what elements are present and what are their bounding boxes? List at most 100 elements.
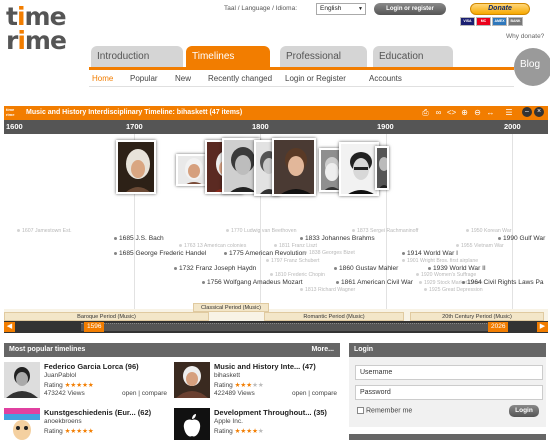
remember-me-checkbox[interactable]: Remember me — [357, 407, 412, 414]
timeline-scrollbar[interactable]: ◀ 1596 2026 ▶ — [4, 321, 548, 333]
apple-thumbnail[interactable] — [174, 408, 210, 440]
timeline-event[interactable]: 1811 Franz Liszt — [274, 243, 317, 249]
bach-thumbnail[interactable] — [174, 362, 210, 398]
timeline-scale: 1600 1700 1800 1900 2000 — [4, 120, 548, 134]
timeline-event[interactable]: 1732 Franz Joseph Haydn — [174, 265, 256, 272]
popular-item-title[interactable]: Federico Garcia Lorca (96) — [44, 362, 139, 371]
tab-timelines[interactable]: Timelines — [186, 46, 270, 67]
star-rating-icon: ★★★★★ — [234, 428, 264, 435]
blog-button[interactable]: Blog — [514, 48, 550, 86]
timeline-event[interactable]: 1861 American Civil War — [336, 279, 413, 286]
timeline-event[interactable]: 1990 Gulf War — [498, 235, 545, 242]
subnav-login-register[interactable]: Login or Register — [285, 74, 346, 83]
minus-icon[interactable]: – — [522, 107, 532, 117]
handel-portrait[interactable] — [116, 140, 156, 194]
amex-card-icon: AMEX — [492, 17, 507, 26]
timeline-event[interactable]: 1756 Wolfgang Amadeus Mozart — [202, 279, 303, 286]
timeline-event[interactable]: 1901 Wright Bros. first airplane — [402, 258, 478, 264]
popular-item[interactable]: Music and History Inte... (47) bihaskett… — [174, 362, 339, 414]
period-20th-century[interactable]: 20th Century Period (Music) — [410, 312, 544, 321]
popular-item-title[interactable]: Kunstgeschiedenis (Eur... (62) — [44, 408, 151, 417]
more-link[interactable]: More... — [311, 343, 334, 357]
lorca-thumbnail[interactable] — [4, 362, 40, 398]
star-rating-icon: ★★★★★ — [64, 428, 94, 435]
subnav-home[interactable]: Home — [92, 74, 113, 83]
list-icon[interactable]: ☰ — [498, 107, 520, 118]
timeline-event[interactable]: 1939 World War II — [428, 265, 486, 272]
star-rating-icon: ★★★★★ — [64, 382, 94, 389]
timeline-event[interactable]: 1925 Great Depression — [424, 287, 483, 293]
username-field[interactable]: Username — [355, 365, 543, 380]
password-field[interactable]: Password — [355, 385, 543, 400]
code-icon[interactable]: <> — [446, 107, 457, 118]
popular-item-user[interactable]: anoekbroens — [44, 418, 82, 425]
timeline-event[interactable]: 1860 Gustav Mahler — [334, 265, 398, 272]
mahler-portrait[interactable] — [339, 142, 379, 196]
donate-button[interactable]: Donate — [470, 3, 530, 15]
timeline-event[interactable]: 1838 Georges Bizet — [304, 250, 355, 256]
timeline-event[interactable]: 1920 Women's Suffrage — [416, 272, 476, 278]
timeline-event[interactable]: 1873 Sergei Rachmaninoff — [352, 228, 418, 234]
subnav-recently-changed[interactable]: Recently changed — [208, 74, 272, 83]
subnav-accounts[interactable]: Accounts — [369, 74, 402, 83]
brahms-portrait[interactable] — [319, 148, 341, 192]
popular-item-views: 473242 Views — [44, 390, 85, 397]
tab-education[interactable]: Education — [373, 46, 453, 67]
link-icon[interactable]: ∞ — [433, 107, 444, 118]
login-button[interactable]: Login — [509, 405, 539, 417]
close-icon[interactable]: × — [534, 107, 544, 117]
popular-item-user[interactable]: bihaskett — [214, 372, 240, 379]
timeline-event[interactable]: 1813 Richard Wagner — [300, 287, 355, 293]
chevron-down-icon: ▼ — [358, 6, 363, 12]
zoom-out-icon[interactable]: ⊖ — [472, 107, 483, 118]
period-romantic[interactable]: Romantic Period (Music) — [264, 312, 404, 321]
subnav-new[interactable]: New — [175, 74, 191, 83]
chopin-portrait[interactable] — [272, 138, 316, 196]
open-compare-links[interactable]: open | compare — [122, 390, 167, 397]
popular-item-rating: Rating ★★★★★ — [214, 382, 264, 389]
login-register-button[interactable]: Login or register — [374, 3, 446, 15]
timeline-event[interactable]: 1914 World War I — [402, 250, 458, 257]
timeline-event[interactable]: 1810 Frederic Chopin — [270, 272, 325, 278]
timeline-event[interactable]: 1797 Franz Schubert — [266, 258, 319, 264]
why-donate-link[interactable]: Why donate? — [506, 33, 544, 40]
open-compare-links[interactable]: open | compare — [292, 390, 337, 397]
popular-item-user[interactable]: JuanPablol — [44, 372, 76, 379]
tab-introduction[interactable]: Introduction — [91, 46, 183, 67]
kunst-thumbnail[interactable] — [4, 408, 40, 440]
zoom-in-icon[interactable]: ⊕ — [459, 107, 470, 118]
popular-item-title[interactable]: Music and History Inte... (47) — [214, 362, 316, 371]
timeline-event[interactable]: 1607 Jamestown Est. — [17, 228, 72, 234]
fit-icon[interactable]: ↔ — [485, 107, 496, 118]
scroll-right-arrow-icon[interactable]: ▶ — [537, 322, 548, 332]
timeline-event[interactable]: 1685 J.S. Bach — [114, 235, 164, 242]
timeline-event[interactable]: 1964 Civil Rights Laws Pa — [462, 279, 544, 286]
scroll-left-arrow-icon[interactable]: ◀ — [4, 322, 15, 332]
popular-item-rating: Rating ★★★★★ — [44, 428, 94, 435]
language-select[interactable]: English ▼ — [316, 3, 366, 15]
popular-heading: Most popular timelines — [9, 346, 86, 353]
timeline-event[interactable]: 1950 Korean War — [466, 228, 511, 234]
subnav-popular[interactable]: Popular — [130, 74, 158, 83]
popular-item[interactable]: Development Throughout... (35) Apple Inc… — [174, 408, 339, 440]
timeline-canvas[interactable]: 1607 Jamestown Est. 1685 J.S. Bach 1685 … — [4, 134, 548, 309]
timeline-event[interactable]: 1770 Ludwig van Beethoven — [226, 228, 296, 234]
period-classical[interactable]: Classical Period (Music) — [193, 303, 269, 312]
timeline-event[interactable]: 1685 George Frederic Handel — [114, 250, 206, 257]
popular-item-title[interactable]: Development Throughout... (35) — [214, 408, 327, 417]
range-start-label: 1596 — [84, 322, 105, 332]
popular-item[interactable]: Kunstgeschiedenis (Eur... (62) anoekbroe… — [4, 408, 169, 440]
scroll-window[interactable] — [81, 323, 501, 331]
rachmaninoff-portrait[interactable] — [375, 146, 389, 190]
bach-portrait[interactable] — [176, 154, 208, 186]
timerime-logo[interactable]: time rime — [6, 4, 67, 61]
timeline-event[interactable]: 1775 American Revolution — [224, 250, 306, 257]
period-baroque[interactable]: Baroque Period (Music) — [4, 312, 209, 321]
timeline-event[interactable]: 1833 Johannes Brahms — [300, 235, 375, 242]
timeline-event[interactable]: 1955 Vietnam War — [456, 243, 504, 249]
timeline-event[interactable]: 1763 13 American colonies — [179, 243, 246, 249]
popular-item-user[interactable]: Apple Inc. — [214, 418, 243, 425]
popular-item[interactable]: Federico Garcia Lorca (96) JuanPablol Ra… — [4, 362, 169, 414]
print-icon[interactable]: ⎙ — [420, 107, 431, 118]
tab-professional[interactable]: Professional — [280, 46, 367, 67]
